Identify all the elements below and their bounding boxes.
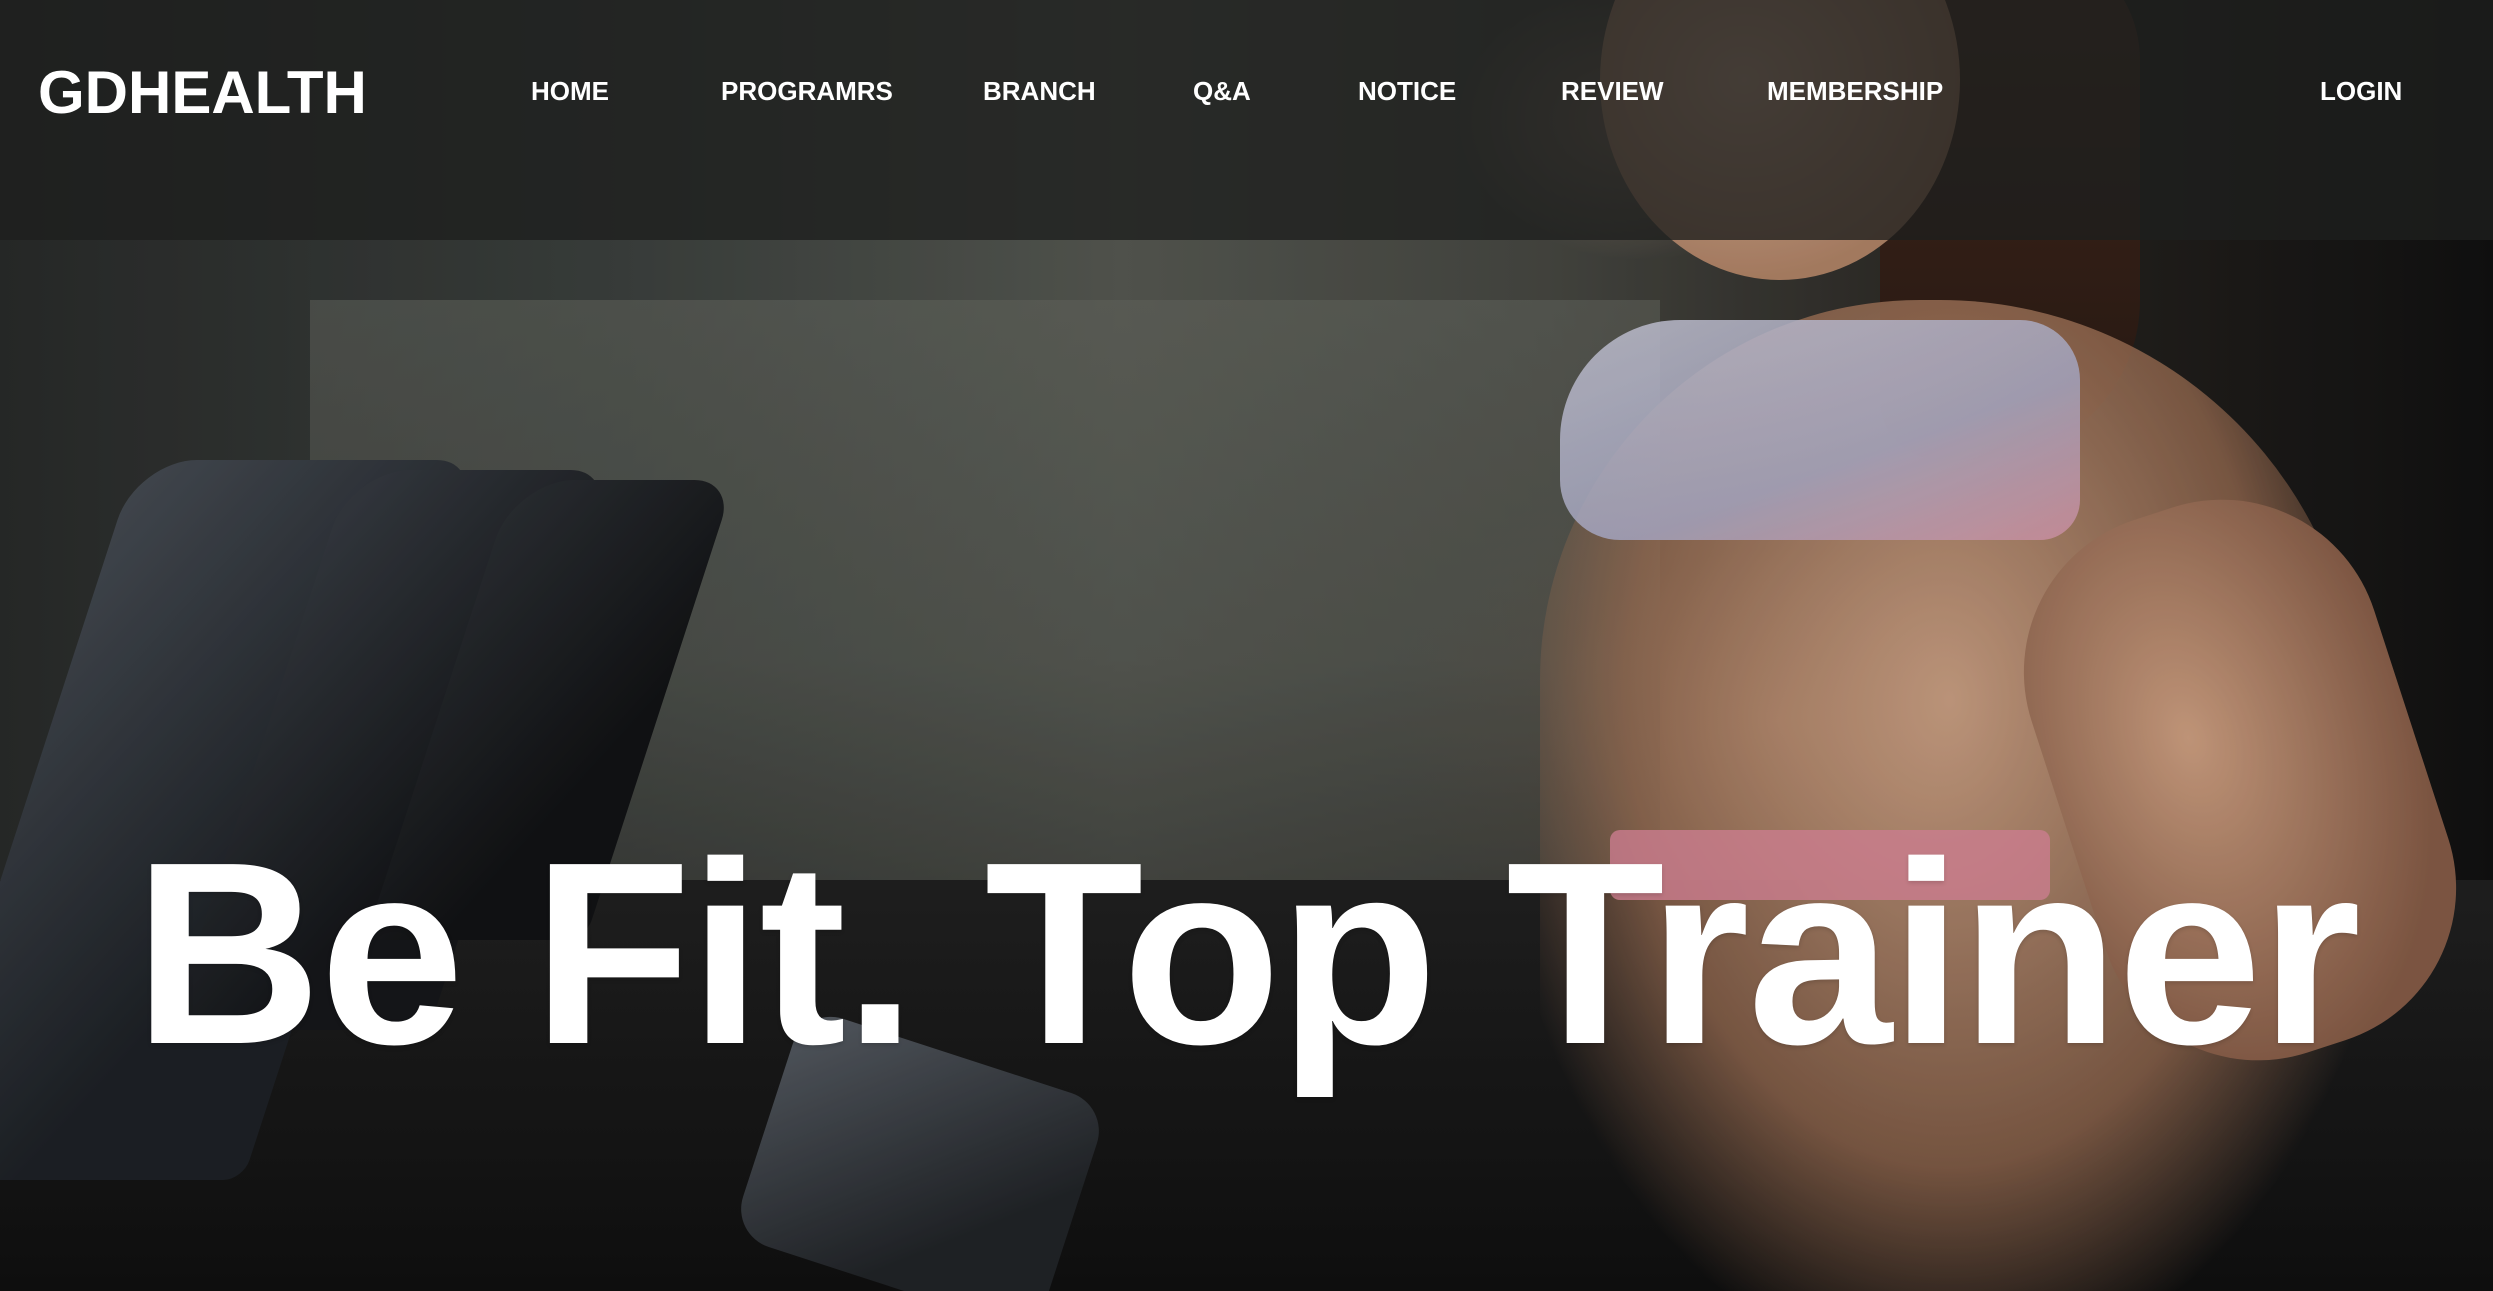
top-navigation-bar: GDHEALTH HOME PROGRAMRS BRANCH Q&A NOTIC… [0, 0, 2493, 240]
nav-home[interactable]: HOME [531, 76, 609, 107]
nav-membership[interactable]: MEMBERSHIP [1767, 76, 1943, 107]
nav-review[interactable]: REVIEW [1561, 76, 1664, 107]
nav-programs[interactable]: PROGRAMRS [721, 76, 893, 107]
nav-notice[interactable]: NOTICE [1358, 76, 1456, 107]
nav-qa[interactable]: Q&A [1193, 76, 1251, 107]
nav-branch[interactable]: BRANCH [983, 76, 1096, 107]
login-link[interactable]: LOGIN [2320, 76, 2402, 107]
site-logo[interactable]: GDHEALTH [38, 58, 367, 127]
hero-headline: Be Fit. Top Trainer [133, 809, 2361, 1100]
